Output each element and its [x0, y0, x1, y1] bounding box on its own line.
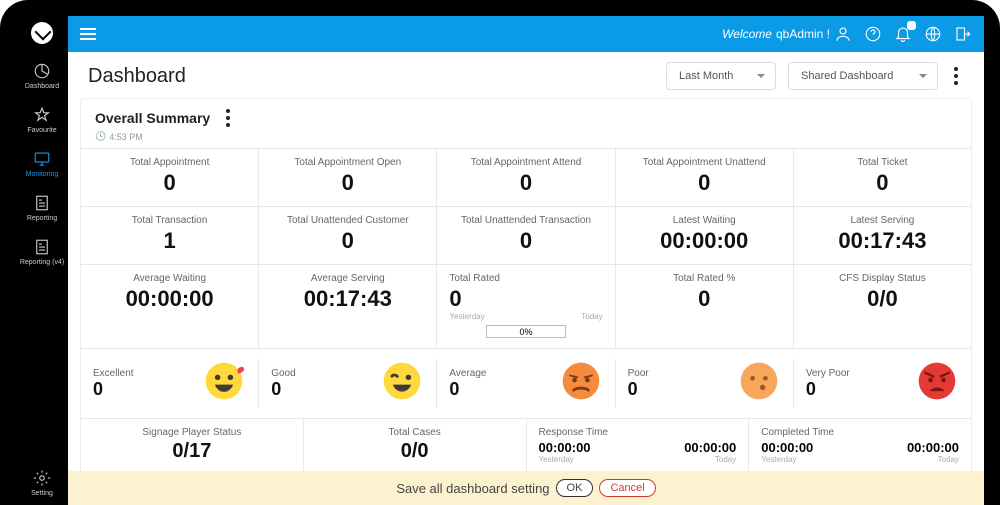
kpi-total-appointment-attend: Total Appointment Attend0	[437, 149, 615, 206]
clock-icon: 🕓	[95, 131, 106, 142]
logout-icon[interactable]	[954, 25, 972, 43]
page-title: Dashboard	[88, 65, 186, 88]
dashboard-select[interactable]: Shared Dashboard	[788, 62, 938, 90]
page-header: Dashboard Last Month Shared Dashboard	[68, 52, 984, 98]
kpi-row-3: Average Waiting00:00:00 Average Serving0…	[81, 264, 971, 348]
face-average-icon	[559, 359, 603, 408]
monitor-icon	[33, 150, 51, 168]
sidebar-item-label: Reporting	[27, 215, 57, 222]
sidebar-item-setting[interactable]: Setting	[16, 461, 68, 505]
globe-icon[interactable]	[924, 25, 942, 43]
username-label: qbAdmin !	[776, 27, 830, 41]
kpi-row-5: Signage Player Status0/17 Total Cases0/0…	[81, 418, 971, 474]
ratings-row: Excellent0 Good0 Average0	[81, 348, 971, 418]
card-time: 4:53 PM	[109, 132, 143, 142]
kpi-latest-waiting: Latest Waiting00:00:00	[616, 207, 794, 264]
kpi-total-ticket: Total Ticket0	[794, 149, 971, 206]
menu-toggle-icon[interactable]	[80, 28, 96, 40]
kpi-row-2: Total Transaction1 Total Unattended Cust…	[81, 206, 971, 264]
sidebar-item-dashboard[interactable]: Dashboard	[16, 54, 68, 98]
notification-badge	[907, 21, 916, 30]
sidebar-item-label: Dashboard	[25, 83, 59, 90]
user-icon[interactable]	[834, 25, 852, 43]
face-good-icon	[380, 359, 424, 408]
sidebar: Dashboard Favourite Monitoring Reporting…	[16, 16, 68, 505]
card-menu-icon[interactable]	[220, 109, 236, 127]
kpi-total-rated-pct: Total Rated %0	[616, 265, 794, 348]
sidebar-item-favourite[interactable]: Favourite	[16, 98, 68, 142]
report-v4-icon	[33, 238, 51, 256]
page-menu-icon[interactable]	[948, 67, 964, 85]
kpi-total-transaction: Total Transaction1	[81, 207, 259, 264]
kpi-average-waiting: Average Waiting00:00:00	[81, 265, 259, 348]
save-message: Save all dashboard setting	[396, 481, 549, 496]
app-logo	[31, 22, 53, 44]
sidebar-item-label: Reporting (v4)	[20, 259, 64, 267]
rating-excellent: Excellent0	[81, 359, 259, 408]
kpi-total-appointment-open: Total Appointment Open0	[259, 149, 437, 206]
gear-icon	[33, 469, 51, 487]
sidebar-item-reporting[interactable]: Reporting	[16, 186, 68, 230]
sidebar-item-label: Favourite	[27, 127, 56, 134]
sidebar-item-monitoring[interactable]: Monitoring	[16, 142, 68, 186]
kpi-average-serving: Average Serving00:17:43	[259, 265, 437, 348]
total-rated-progress: 0%	[486, 325, 566, 338]
kpi-total-rated: Total Rated 0 YesterdayToday 0%	[437, 265, 615, 348]
range-select[interactable]: Last Month	[666, 62, 776, 90]
face-very-poor-icon	[915, 359, 959, 408]
topbar: Welcome qbAdmin !	[68, 16, 984, 52]
cancel-button[interactable]: Cancel	[599, 479, 655, 497]
kpi-response-time: Response Time 00:00:0000:00:00 Yesterday…	[527, 419, 750, 474]
help-icon[interactable]	[864, 25, 882, 43]
welcome-label: Welcome	[722, 27, 772, 41]
kpi-total-cases: Total Cases0/0	[304, 419, 527, 474]
rating-good: Good0	[259, 359, 437, 408]
card-title: Overall Summary	[95, 110, 210, 126]
rating-very-poor: Very Poor0	[794, 359, 971, 408]
face-poor-icon	[737, 359, 781, 408]
sidebar-item-reporting-v4[interactable]: Reporting (v4)	[16, 230, 68, 275]
kpi-cfs-display-status: CFS Display Status0/0	[794, 265, 971, 348]
star-icon	[33, 106, 51, 124]
kpi-signage-player-status: Signage Player Status0/17	[81, 419, 304, 474]
rating-average: Average0	[437, 359, 615, 408]
content-scroll[interactable]: Overall Summary 🕓 4:53 PM Total Appointm…	[68, 98, 984, 505]
kpi-total-unattended-transaction: Total Unattended Transaction0	[437, 207, 615, 264]
kpi-row-1: Total Appointment0 Total Appointment Ope…	[81, 148, 971, 206]
report-icon	[33, 194, 51, 212]
face-excellent-icon	[202, 359, 246, 408]
ok-button[interactable]: OK	[556, 479, 594, 497]
kpi-total-appointment-unattend: Total Appointment Unattend0	[616, 149, 794, 206]
rating-poor: Poor0	[616, 359, 794, 408]
kpi-total-unattended-customer: Total Unattended Customer0	[259, 207, 437, 264]
overall-summary-card: Overall Summary 🕓 4:53 PM Total Appointm…	[80, 98, 972, 475]
kpi-total-appointment: Total Appointment0	[81, 149, 259, 206]
kpi-completed-time: Completed Time 00:00:0000:00:00 Yesterda…	[749, 419, 971, 474]
sidebar-item-label: Setting	[31, 490, 53, 497]
pie-icon	[33, 62, 51, 80]
bell-icon[interactable]	[894, 25, 912, 43]
kpi-latest-serving: Latest Serving00:17:43	[794, 207, 971, 264]
sidebar-item-label: Monitoring	[26, 171, 59, 178]
save-bar: Save all dashboard setting OK Cancel	[68, 471, 984, 505]
